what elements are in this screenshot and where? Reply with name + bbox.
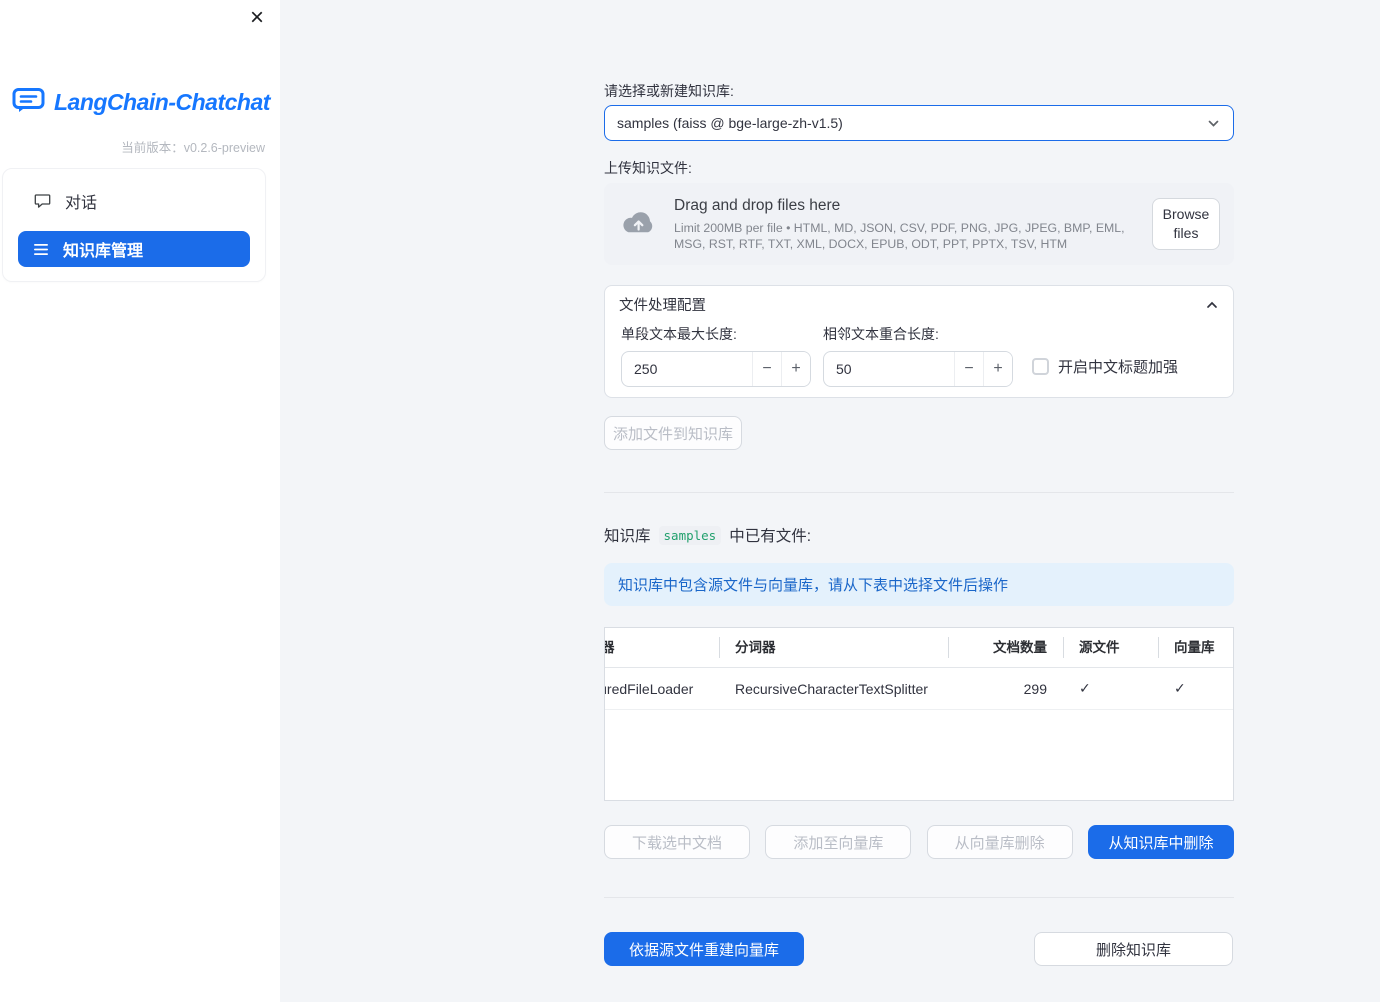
config-expander-header[interactable]: 文件处理配置 [605, 286, 1233, 323]
sidebar-close-button[interactable]: × [244, 5, 270, 31]
uploader-title: Drag and drop files here [674, 196, 841, 214]
config-expander: 文件处理配置 单段文本最大长度: 250 − + 相邻文本重合长度: 50 − … [604, 285, 1234, 398]
version-value: v0.2.6-preview [183, 141, 265, 155]
decrement-button[interactable]: − [954, 352, 983, 386]
kb-files-suffix: 中已有文件: [729, 528, 812, 545]
logo: LangChain-Chatchat [12, 86, 270, 119]
upload-label: 上传知识文件: [604, 160, 692, 176]
browse-files-button[interactable]: Browse files [1152, 198, 1220, 250]
increment-button[interactable]: + [781, 352, 810, 386]
version-text: 当前版本：v0.2.6-preview [121, 137, 265, 156]
checkbox-icon[interactable] [1032, 358, 1049, 375]
menu-item-label: 知识库管理 [63, 243, 144, 260]
cell-source-check: ✓ [1079, 680, 1091, 696]
overlap-field: 相邻文本重合长度: 50 − + [823, 324, 1013, 387]
delete-from-vector-button[interactable]: 从向量库删除 [926, 825, 1073, 859]
table-header: 文档加载器 分词器 文档数量 源文件 向量库 [605, 628, 1233, 668]
file-uploader[interactable]: Drag and drop files here Limit 200MB per… [604, 183, 1234, 265]
cell-docs: 299 [1023, 680, 1047, 697]
kb-files-prefix: 知识库 [604, 528, 651, 545]
logo-text: LangChain-Chatchat [54, 89, 270, 115]
max-length-field: 单段文本最大长度: 250 − + [621, 324, 811, 387]
uploader-texts: Drag and drop files here Limit 200MB per… [674, 197, 1152, 252]
upload-cloud-icon [620, 208, 658, 241]
checkbox-label: 开启中文标题加强 [1058, 359, 1179, 376]
max-length-label: 单段文本最大长度: [621, 326, 737, 342]
sidebar: × LangChain-Chatchat 当前版本：v0.2.6-preview… [0, 0, 280, 1002]
menu-item-knowledge-base[interactable]: 知识库管理 [18, 231, 250, 267]
table-empty-area [605, 710, 1233, 800]
kb-select[interactable]: samples (faiss @ bge-large-zh-v1.5) [604, 105, 1234, 141]
max-length-value[interactable]: 250 [622, 352, 752, 386]
add-to-vector-button[interactable]: 添加至向量库 [765, 825, 912, 859]
delete-from-kb-button[interactable]: 从知识库中删除 [1087, 825, 1234, 859]
menu-item-dialogue[interactable]: 对话 [18, 183, 250, 219]
column-header-loader[interactable]: 文档加载器 [605, 628, 719, 667]
divider [604, 492, 1234, 493]
chat-icon [34, 193, 51, 209]
logo-chat-icon [12, 86, 46, 119]
column-header-vector[interactable]: 向量库 [1158, 628, 1233, 667]
main-content: 请选择或新建知识库: samples (faiss @ bge-large-zh… [604, 0, 1234, 1002]
kb-select-value: samples (faiss @ bge-large-zh-v1.5) [617, 115, 843, 131]
download-selected-button[interactable]: 下载选中文档 [604, 825, 750, 859]
column-header-docs[interactable]: 文档数量 [948, 628, 1063, 667]
files-table: 文档加载器 分词器 文档数量 源文件 向量库 UnstructuredFileL… [604, 627, 1234, 801]
add-files-button[interactable]: 添加文件到知识库 [604, 416, 742, 450]
rebuild-vector-button[interactable]: 依据源文件重建向量库 [604, 932, 804, 966]
column-header-source[interactable]: 源文件 [1063, 628, 1158, 667]
list-icon [34, 243, 49, 256]
chevron-up-icon [1205, 298, 1219, 312]
chinese-title-checkbox-row[interactable]: 开启中文标题加强 [1032, 356, 1178, 377]
overlap-value[interactable]: 50 [824, 352, 954, 386]
column-header-splitter[interactable]: 分词器 [719, 628, 948, 667]
decrement-button[interactable]: − [752, 352, 781, 386]
info-text: 知识库中包含源文件与向量库，请从下表中选择文件后操作 [618, 577, 1009, 594]
version-label: 当前版本： [121, 141, 184, 155]
kb-name-code: samples [658, 525, 722, 545]
config-expander-title: 文件处理配置 [619, 298, 706, 314]
divider [604, 897, 1234, 898]
chevron-down-icon [1206, 116, 1221, 131]
overlap-label: 相邻文本重合长度: [823, 326, 939, 342]
uploader-limit: Limit 200MB per file • HTML, MD, JSON, C… [674, 220, 1125, 251]
table-row[interactable]: UnstructuredFileLoader RecursiveCharacte… [605, 668, 1233, 710]
cell-splitter: RecursiveCharacterTextSplitter [735, 680, 928, 697]
sidebar-menu: 对话 知识库管理 [2, 168, 266, 282]
increment-button[interactable]: + [983, 352, 1012, 386]
menu-item-label: 对话 [65, 195, 98, 212]
kb-select-label: 请选择或新建知识库: [604, 83, 734, 99]
close-icon: × [249, 4, 264, 31]
cell-loader: UnstructuredFileLoader [605, 680, 694, 697]
delete-kb-button[interactable]: 删除知识库 [1034, 932, 1233, 966]
max-length-input[interactable]: 250 − + [621, 351, 811, 387]
kb-files-line: 知识库 samples 中已有文件: [604, 524, 1234, 546]
table-actions: 下载选中文档 添加至向量库 从向量库删除 从知识库中删除 [604, 825, 1234, 859]
overlap-input[interactable]: 50 − + [823, 351, 1013, 387]
info-banner: 知识库中包含源文件与向量库，请从下表中选择文件后操作 [604, 563, 1234, 606]
cell-vector-check: ✓ [1174, 680, 1186, 696]
